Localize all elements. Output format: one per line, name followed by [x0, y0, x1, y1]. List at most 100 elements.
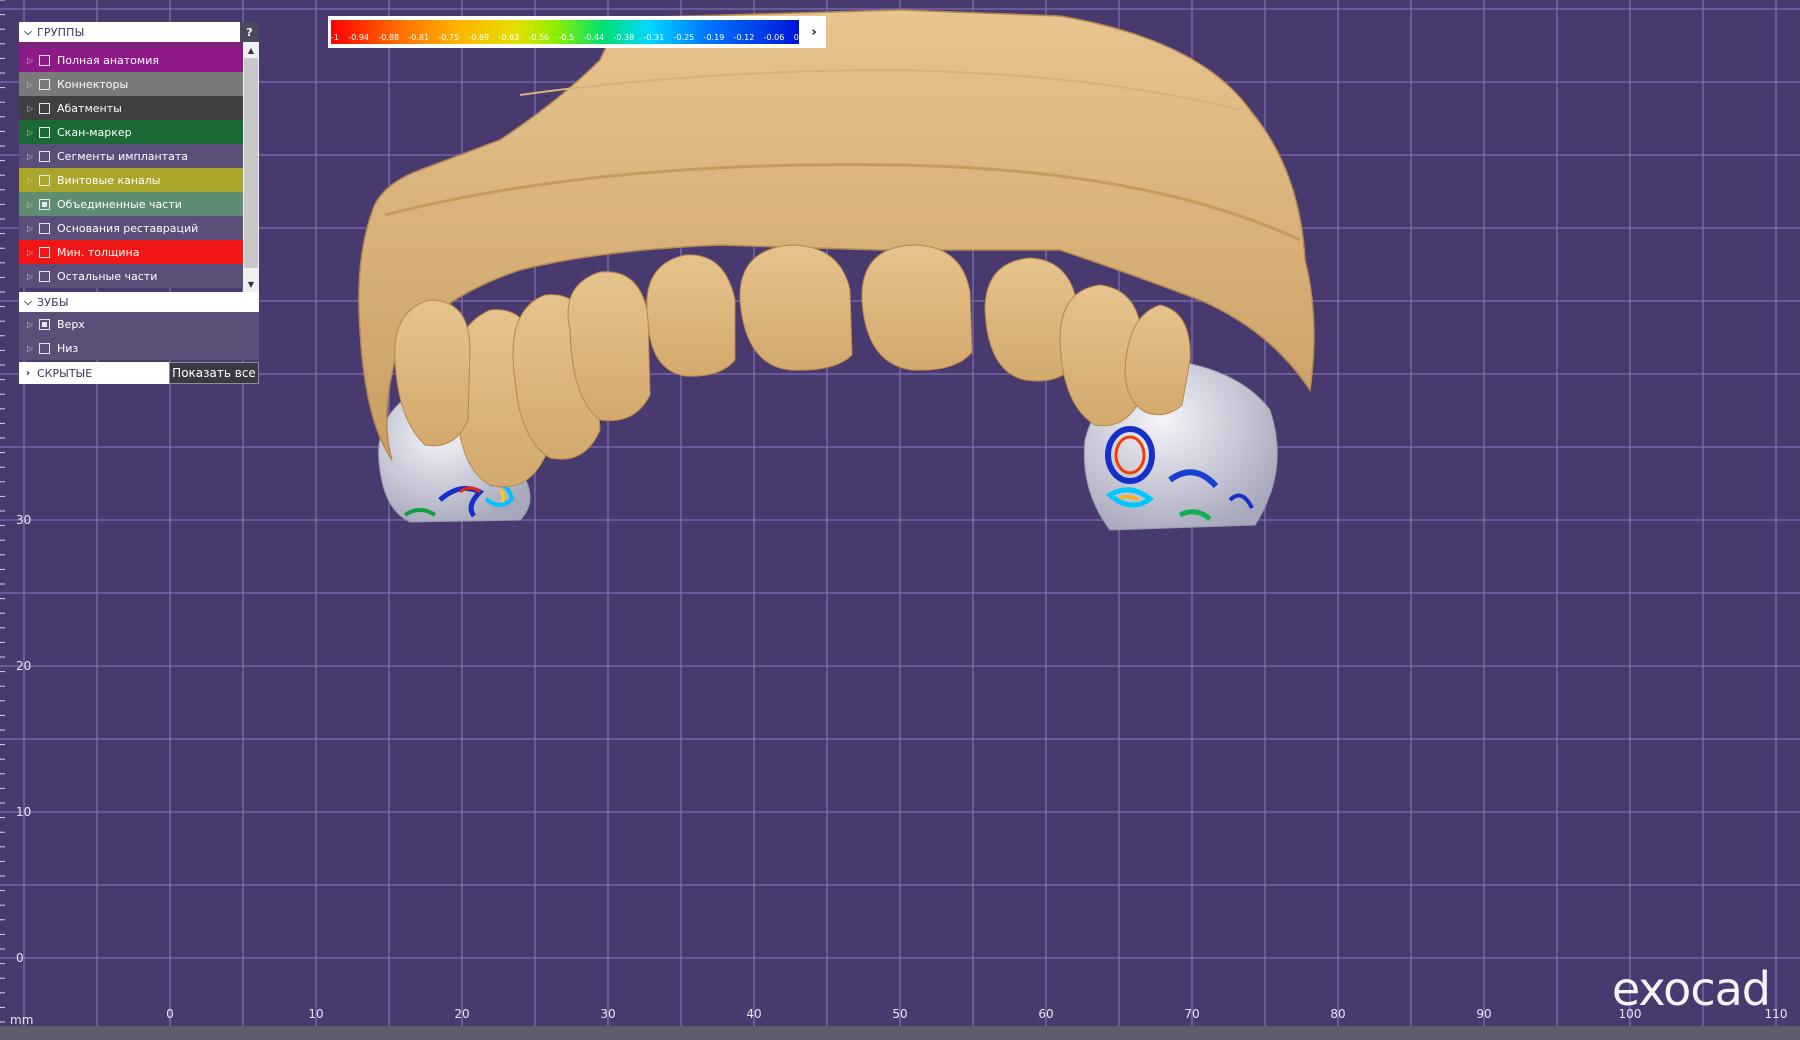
visibility-checkbox[interactable]: [39, 270, 50, 282]
teeth-header-label: ЗУБЫ: [37, 295, 69, 309]
3d-viewport[interactable]: 0 10 20 30 40 50 60 70 80 90 100 110 mm 30 20 10 0: [0, 0, 1800, 1032]
list-item-label: Сегменты имплантата: [57, 149, 188, 163]
teeth-header[interactable]: ⌵ ЗУБЫ: [19, 292, 259, 312]
hidden-header: › СКРЫТЫЕ Показать все: [19, 362, 259, 384]
visibility-checkbox[interactable]: [39, 78, 50, 90]
x-ruler-label: 30: [600, 1007, 615, 1021]
color-scale-tick: -0.38: [613, 33, 635, 42]
y-ruler-label: 30: [16, 513, 31, 527]
color-scale-tick: -0.06: [763, 33, 785, 42]
scroll-up-icon[interactable]: ▲: [243, 42, 259, 58]
list-item-label: Низ: [57, 341, 79, 355]
list-item[interactable]: ▷ Полная анатомия: [19, 48, 243, 72]
color-scale-tick: -0.56: [528, 33, 550, 42]
visibility-checkbox[interactable]: [39, 222, 50, 234]
ruler-unit-label: mm: [10, 1013, 33, 1026]
list-item[interactable]: ▷ Основания реставраций: [19, 216, 243, 240]
list-item-label: Объединенные части: [57, 197, 182, 211]
expand-triangle-icon[interactable]: ▷: [27, 176, 39, 185]
color-scale-tick: -0.12: [733, 33, 755, 42]
list-item-label: Винтовые каналы: [57, 173, 161, 187]
visibility-checkbox[interactable]: [39, 174, 50, 186]
expand-triangle-icon[interactable]: ▷: [27, 152, 39, 161]
teeth-list: ▷ Верх ▷ Низ: [19, 312, 259, 360]
color-scale-tick: -0.81: [408, 33, 430, 42]
list-item[interactable]: ▷ Мин. толщина: [19, 240, 243, 264]
color-scale-tick: -0.69: [468, 33, 490, 42]
color-scale-tick: -0.19: [703, 33, 725, 42]
visibility-checkbox[interactable]: [39, 126, 50, 138]
distance-color-scale: -1 -0.94 -0.88 -0.81 -0.75 -0.69 -0.62 -0.56 -0.…: [328, 16, 826, 48]
x-ruler-label: 90: [1476, 1007, 1491, 1021]
help-button[interactable]: ?: [240, 22, 259, 42]
status-bar: [0, 1026, 1800, 1040]
chevron-down-icon: ⌵: [24, 26, 32, 38]
chevron-down-icon: ⌵: [24, 296, 32, 308]
groups-panel: ⌵ ГРУППЫ ? ▷ Полная анатомия ▷ Коннекторы ▷ А…: [19, 22, 259, 384]
y-ruler-label: 0: [16, 951, 24, 965]
list-item[interactable]: ▷ Абатменты: [19, 96, 243, 120]
color-scale-tick: -0.44: [583, 33, 605, 42]
scene-canvas[interactable]: 0 10 20 30 40 50 60 70 80 90 100 110mm 3020100: [0, 0, 1800, 1032]
list-item-label: Верх: [57, 317, 85, 331]
list-item-label: Коннекторы: [57, 77, 129, 91]
list-item[interactable]: ▷ Низ: [19, 336, 259, 360]
expand-triangle-icon[interactable]: ▷: [27, 128, 39, 137]
list-item[interactable]: ▷ Коннекторы: [19, 72, 243, 96]
expand-triangle-icon[interactable]: ▷: [27, 80, 39, 89]
groups-scrollbar[interactable]: ▲ ▼: [243, 42, 259, 292]
color-scale-tick: -0.94: [348, 33, 370, 42]
scroll-thumb[interactable]: [244, 58, 258, 268]
groups-header[interactable]: ⌵ ГРУППЫ ?: [19, 22, 259, 42]
expand-triangle-icon[interactable]: ▷: [27, 320, 39, 329]
visibility-checkbox[interactable]: [39, 54, 50, 66]
teeth: [394, 244, 1191, 488]
x-ruler-label: 40: [746, 1007, 761, 1021]
groups-header-label: ГРУППЫ: [37, 25, 85, 39]
expand-triangle-icon[interactable]: ▷: [27, 248, 39, 257]
color-scale-tick: -0.75: [438, 33, 460, 42]
x-ruler-label: 50: [892, 1007, 907, 1021]
show-all-button[interactable]: Показать все: [169, 362, 259, 384]
hidden-header-label: СКРЫТЫЕ: [37, 366, 93, 380]
chevron-right-icon[interactable]: ›: [802, 16, 826, 48]
visibility-checkbox[interactable]: [39, 102, 50, 114]
color-scale-tick: -0.62: [498, 33, 520, 42]
visibility-checkbox[interactable]: [39, 198, 50, 210]
x-ruler-label: 70: [1184, 1007, 1199, 1021]
color-scale-tick: -0.5: [558, 33, 575, 42]
y-ruler-label: 10: [16, 805, 31, 819]
list-item[interactable]: ▷ Остальные части: [19, 264, 243, 288]
scroll-down-icon[interactable]: ▼: [243, 276, 259, 292]
x-ruler-label: 80: [1330, 1007, 1345, 1021]
hidden-section-toggle[interactable]: › СКРЫТЫЕ: [19, 362, 169, 384]
expand-triangle-icon[interactable]: ▷: [27, 224, 39, 233]
x-ruler-label: 0: [166, 1007, 174, 1021]
list-item-label: Скан-маркер: [57, 125, 132, 139]
expand-triangle-icon[interactable]: ▷: [27, 272, 39, 281]
list-item-label: Полная анатомия: [57, 53, 159, 67]
expand-triangle-icon[interactable]: ▷: [27, 200, 39, 209]
color-scale-ticks: -1 -0.94 -0.88 -0.81 -0.75 -0.69 -0.62 -0.56 -0.…: [331, 33, 799, 45]
visibility-checkbox[interactable]: [39, 246, 50, 258]
expand-triangle-icon[interactable]: ▷: [27, 104, 39, 113]
color-scale-tick: -0.88: [378, 33, 400, 42]
expand-triangle-icon[interactable]: ▷: [27, 56, 39, 65]
visibility-checkbox[interactable]: [39, 150, 50, 162]
visibility-checkbox[interactable]: [39, 318, 50, 330]
dental-model: [358, 9, 1315, 531]
x-ruler-label: 60: [1038, 1007, 1053, 1021]
color-scale-tick: -0.25: [673, 33, 695, 42]
groups-list: ▷ Полная анатомия ▷ Коннекторы ▷ Абатменты ▷ Ск…: [19, 42, 259, 292]
list-item-label: Абатменты: [57, 101, 122, 115]
visibility-checkbox[interactable]: [39, 342, 50, 354]
expand-triangle-icon[interactable]: ▷: [27, 344, 39, 353]
x-ruler-label: 10: [308, 1007, 323, 1021]
list-item[interactable]: ▷ Винтовые каналы: [19, 168, 243, 192]
list-item[interactable]: ▷ Объединенные части: [19, 192, 243, 216]
y-ruler-label: 20: [16, 659, 31, 673]
x-ruler-label: 20: [454, 1007, 469, 1021]
list-item[interactable]: ▷ Верх: [19, 312, 259, 336]
list-item[interactable]: ▷ Скан-маркер: [19, 120, 243, 144]
list-item[interactable]: ▷ Сегменты имплантата: [19, 144, 243, 168]
